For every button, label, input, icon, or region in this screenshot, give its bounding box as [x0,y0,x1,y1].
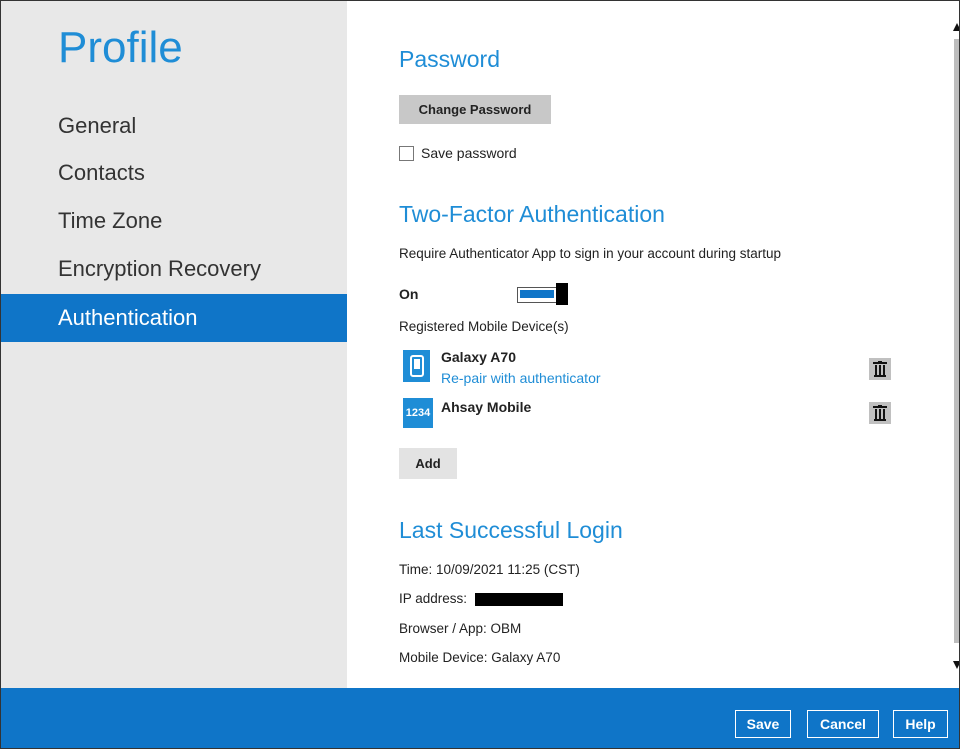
scrollbar-thumb[interactable] [954,39,959,643]
mobile-phone-icon [403,350,430,382]
save-password-row[interactable]: Save password [399,145,517,161]
save-password-label: Save password [421,145,517,161]
sidebar: Profile General Contacts Time Zone Encry… [1,1,347,688]
toggle-fill [520,290,554,298]
change-password-button[interactable]: Change Password [399,95,551,124]
sidebar-item-contacts[interactable]: Contacts [1,150,347,196]
delete-device-button[interactable] [869,358,891,380]
two-factor-description: Require Authenticator App to sign in you… [399,246,781,261]
password-heading: Password [399,46,500,72]
add-device-button[interactable]: Add [399,448,457,479]
otp-code-icon: 1234 [403,398,433,428]
delete-device-button[interactable] [869,402,891,424]
last-login-time: Time: 10/09/2021 11:25 (CST) [399,562,580,577]
main-content: Password Change Password Save password T… [347,1,951,688]
ip-label: IP address: [399,591,468,606]
last-login-browser: Browser / App: OBM [399,621,522,636]
trash-icon [873,361,887,377]
ip-redacted [474,592,563,606]
last-login-heading: Last Successful Login [399,517,623,543]
toggle-state-label: On [399,286,419,302]
last-login-ip-row: IP address: [399,591,563,606]
scroll-down-arrow-icon[interactable] [953,661,959,669]
sidebar-item-encryption-recovery[interactable]: Encryption Recovery [1,246,347,292]
profile-window: Profile General Contacts Time Zone Encry… [0,0,960,749]
registered-devices-label: Registered Mobile Device(s) [399,319,569,334]
re-pair-link[interactable]: Re-pair with authenticator [441,370,601,386]
device-name: Galaxy A70 [441,349,516,365]
sidebar-item-time-zone[interactable]: Time Zone [1,198,347,244]
trash-icon [873,405,887,421]
last-login-mobile: Mobile Device: Galaxy A70 [399,650,561,665]
save-password-checkbox[interactable] [399,145,414,161]
two-factor-heading: Two-Factor Authentication [399,201,665,227]
sidebar-item-general[interactable]: General [1,103,347,149]
save-button[interactable]: Save [735,710,791,738]
scroll-up-arrow-icon[interactable] [953,23,959,31]
toggle-knob[interactable] [556,283,568,305]
help-button[interactable]: Help [893,710,948,738]
two-factor-toggle[interactable] [515,283,569,305]
sidebar-item-authentication[interactable]: Authentication [1,294,347,342]
cancel-button[interactable]: Cancel [807,710,879,738]
sidebar-title: Profile [58,23,183,72]
device-name: Ahsay Mobile [441,399,532,415]
footer-bar: Save Cancel Help [1,688,959,748]
